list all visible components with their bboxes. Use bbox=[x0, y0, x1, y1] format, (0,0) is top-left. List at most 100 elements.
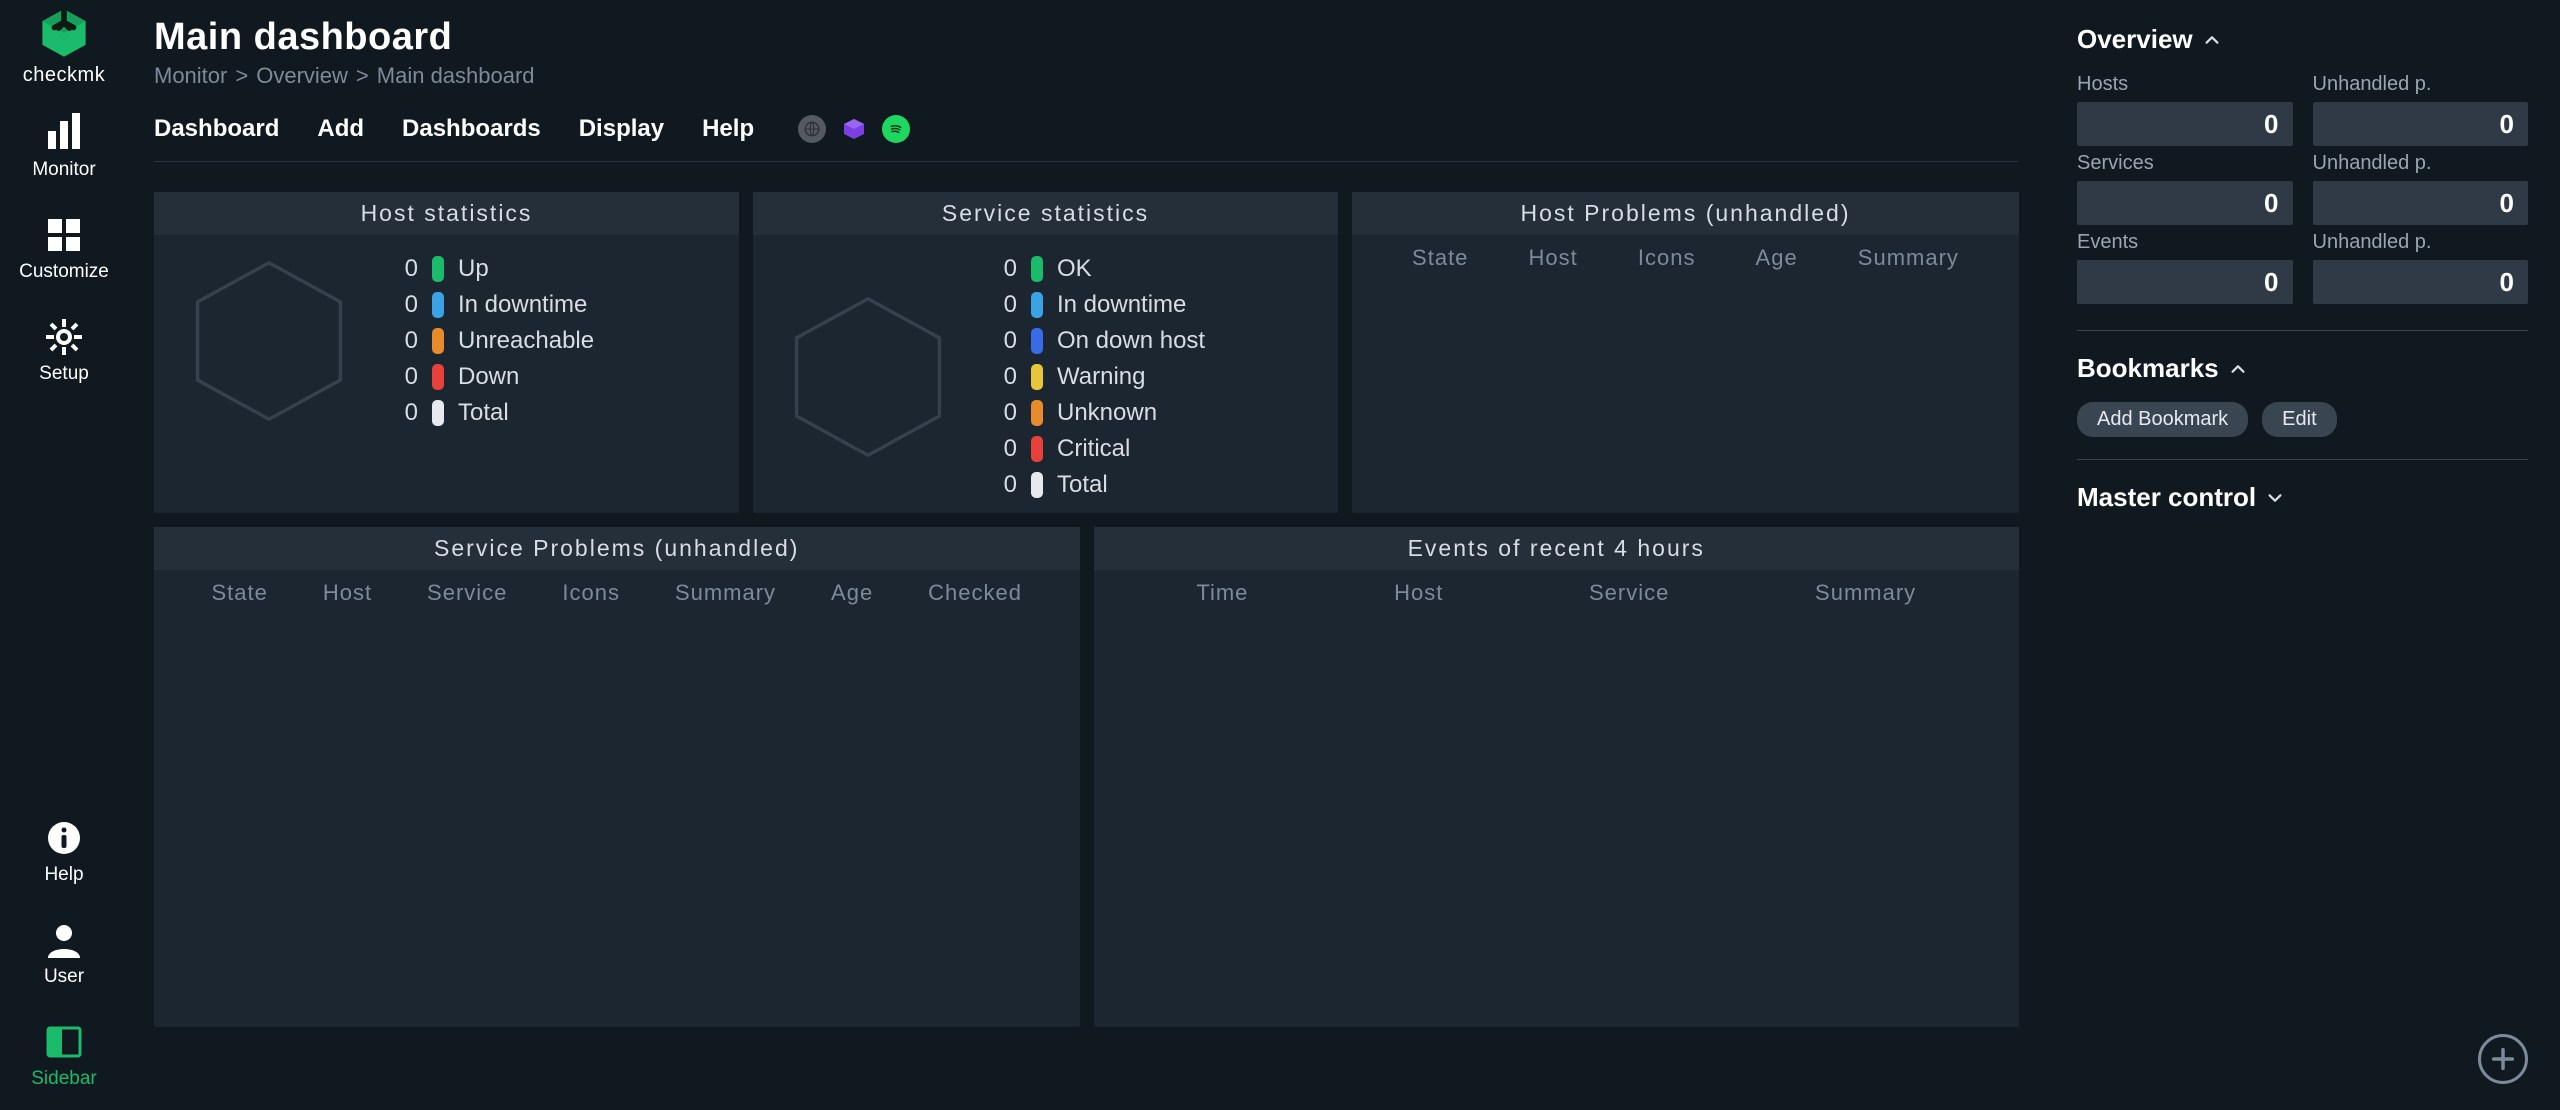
brand-logo[interactable]: checkmk bbox=[0, 6, 128, 87]
stat-label[interactable]: Total bbox=[1057, 471, 1108, 499]
stat-row: 0Up bbox=[394, 255, 594, 283]
stat-label[interactable]: Critical bbox=[1057, 435, 1130, 463]
divider bbox=[2077, 330, 2528, 331]
add-bookmark-button[interactable]: Add Bookmark bbox=[2077, 402, 2248, 437]
menu-add[interactable]: Add bbox=[317, 115, 364, 143]
breadcrumb-item[interactable]: Main dashboard bbox=[377, 63, 535, 89]
stat-label[interactable]: OK bbox=[1057, 255, 1092, 283]
stat-row: 0Down bbox=[394, 363, 594, 391]
stat-value: 0 bbox=[394, 327, 418, 355]
column-header[interactable]: Service bbox=[427, 580, 507, 606]
panel-host-statistics: Host statistics 0Up0In downtime0Unreacha… bbox=[154, 192, 739, 513]
stat-label[interactable]: In downtime bbox=[1057, 291, 1186, 319]
chevron-up-icon bbox=[2229, 360, 2247, 378]
menu-help[interactable]: Help bbox=[702, 115, 754, 143]
nav-label: Monitor bbox=[32, 159, 95, 181]
stat-row: 0 Unknown bbox=[993, 399, 1205, 427]
stat-label[interactable]: Unknown bbox=[1057, 399, 1157, 427]
menu-dashboard[interactable]: Dashboard bbox=[154, 115, 279, 143]
stat-value: 0 bbox=[993, 399, 1017, 427]
nav-item-setup[interactable]: Setup bbox=[0, 317, 128, 385]
globe-icon[interactable] bbox=[798, 115, 826, 143]
user-icon bbox=[44, 920, 84, 960]
service-stat-list: 0OK0In downtime0On down host0Warning0Unk… bbox=[993, 255, 1205, 499]
column-header[interactable]: Host bbox=[1394, 580, 1443, 606]
stat-label[interactable]: Warning bbox=[1057, 363, 1145, 391]
hexagon-chart-icon bbox=[783, 292, 953, 462]
breadcrumb-item[interactable]: Monitor bbox=[154, 63, 227, 89]
stat-value: 0 bbox=[993, 291, 1017, 319]
snapin-title-text: Master control bbox=[2077, 482, 2256, 513]
overview-value-box[interactable]: 0 bbox=[2077, 260, 2293, 304]
nav-item-sidebar[interactable]: Sidebar bbox=[0, 1022, 128, 1090]
main-content: Main dashboard Monitor > Overview > Main… bbox=[128, 0, 2045, 1110]
page-menu: Dashboard Add Dashboards Display Help bbox=[154, 109, 2019, 162]
panel-title: Host statistics bbox=[154, 192, 739, 235]
plus-icon bbox=[2489, 1045, 2517, 1073]
column-header[interactable]: Summary bbox=[675, 580, 776, 606]
nav-item-help[interactable]: Help bbox=[0, 818, 128, 886]
column-header[interactable]: Service bbox=[1589, 580, 1669, 606]
overview-value-box[interactable]: 0 bbox=[2313, 260, 2529, 304]
nav-item-user[interactable]: User bbox=[0, 920, 128, 988]
panel-title: Service statistics bbox=[753, 192, 1338, 235]
overview-value-box[interactable]: 0 bbox=[2313, 102, 2529, 146]
column-header[interactable]: Host bbox=[323, 580, 372, 606]
edit-bookmarks-button[interactable]: Edit bbox=[2262, 402, 2336, 437]
snapin-bookmarks-title[interactable]: Bookmarks bbox=[2077, 353, 2528, 384]
nav-label: Setup bbox=[39, 363, 89, 385]
breadcrumb-separator: > bbox=[356, 63, 369, 89]
stat-row: 0 Total bbox=[394, 399, 594, 427]
sidebar-icon bbox=[44, 1022, 84, 1062]
stat-color-chip bbox=[432, 256, 444, 282]
cube-icon[interactable] bbox=[840, 115, 868, 143]
snapin-overview-title[interactable]: Overview bbox=[2077, 24, 2528, 55]
overview-value-box[interactable]: 0 bbox=[2077, 181, 2293, 225]
column-header[interactable]: Summary bbox=[1815, 580, 1916, 606]
breadcrumb-item[interactable]: Overview bbox=[256, 63, 348, 89]
column-header[interactable]: State bbox=[1412, 245, 1468, 271]
column-header[interactable]: Host bbox=[1529, 245, 1578, 271]
stat-label[interactable]: Unreachable bbox=[458, 327, 594, 355]
column-header[interactable]: Summary bbox=[1858, 245, 1959, 271]
spotify-icon[interactable] bbox=[882, 115, 910, 143]
stat-color-chip bbox=[1031, 364, 1043, 390]
menu-dashboards[interactable]: Dashboards bbox=[402, 115, 541, 143]
stat-color-chip bbox=[1031, 328, 1043, 354]
nav-item-customize[interactable]: Customize bbox=[0, 215, 128, 283]
host-stat-list: 0Up 0In downtime 0 Unreachable 0Down 0 Total bbox=[394, 255, 594, 427]
stat-label[interactable]: In downtime bbox=[458, 291, 587, 319]
column-header[interactable]: Age bbox=[1756, 245, 1798, 271]
host-problems-columns: State Host Icons Age Summary bbox=[1352, 235, 2019, 281]
column-header[interactable]: State bbox=[211, 580, 267, 606]
snapin-master-control-title[interactable]: Master control bbox=[2077, 482, 2528, 513]
stat-value: 0 bbox=[394, 399, 418, 427]
add-snapin-button[interactable] bbox=[2478, 1034, 2528, 1084]
column-header[interactable]: Age bbox=[831, 580, 873, 606]
panel-title: Service Problems (unhandled) bbox=[154, 527, 1080, 570]
stat-label[interactable]: Total bbox=[458, 399, 509, 427]
column-header[interactable]: Time bbox=[1196, 580, 1248, 606]
stat-label[interactable]: Down bbox=[458, 363, 519, 391]
stat-row: 0Warning bbox=[993, 363, 1205, 391]
nav-bottom: Help User Sidebar bbox=[0, 818, 128, 1090]
stat-row: 0 Unreachable bbox=[394, 327, 594, 355]
overview-value-box[interactable]: 0 bbox=[2077, 102, 2293, 146]
stat-color-chip bbox=[1031, 472, 1043, 498]
grid-icon bbox=[44, 215, 84, 255]
gear-icon bbox=[44, 317, 84, 357]
stat-row: 0Total bbox=[993, 471, 1205, 499]
menu-icons bbox=[798, 115, 910, 143]
stat-label[interactable]: On down host bbox=[1057, 327, 1205, 355]
menu-display[interactable]: Display bbox=[579, 115, 664, 143]
stat-row: 0In downtime bbox=[394, 291, 594, 319]
column-header[interactable]: Icons bbox=[562, 580, 620, 606]
stat-label[interactable]: Up bbox=[458, 255, 489, 283]
overview-value-box[interactable]: 0 bbox=[2313, 181, 2529, 225]
nav-item-monitor[interactable]: Monitor bbox=[0, 113, 128, 181]
chevron-down-icon bbox=[2266, 489, 2284, 507]
column-header[interactable]: Icons bbox=[1638, 245, 1696, 271]
nav-label: Sidebar bbox=[31, 1068, 97, 1090]
divider bbox=[2077, 459, 2528, 460]
column-header[interactable]: Checked bbox=[928, 580, 1022, 606]
